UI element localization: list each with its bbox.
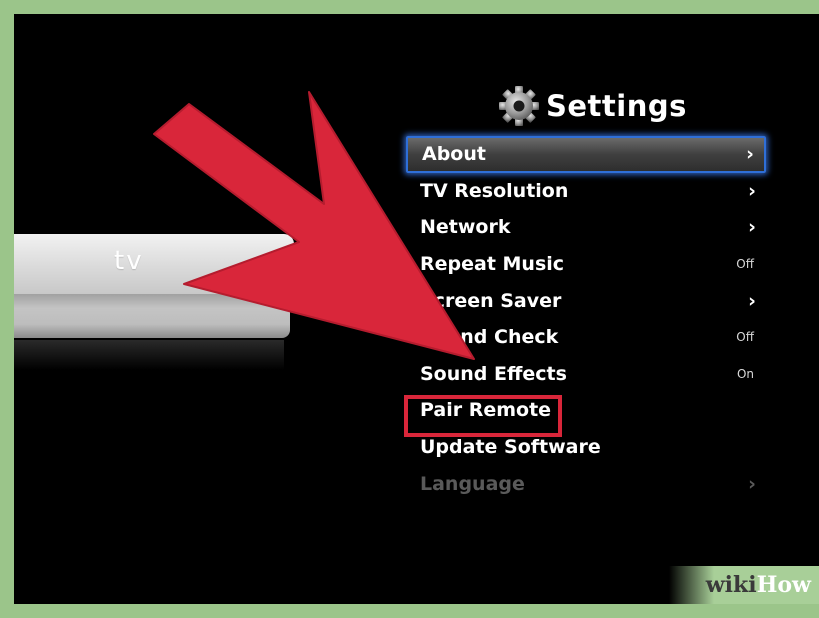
image-frame: tv Settings About › TV Resolution › Netw…: [0, 0, 819, 618]
chevron-right-icon: ›: [748, 179, 756, 202]
menu-item-sound-effects[interactable]: Sound Effects On: [406, 356, 766, 393]
menu-item-value: Off: [736, 330, 754, 345]
menu-item-screen-saver[interactable]: Screen Saver ›: [406, 282, 766, 319]
watermark-how: How: [756, 572, 811, 598]
menu-item-label: Sound Effects: [420, 362, 567, 385]
menu-item-label: Sound Check: [420, 326, 559, 349]
menu-item-network[interactable]: Network ›: [406, 209, 766, 246]
device-reflection: [14, 340, 284, 370]
menu-item-label: TV Resolution: [420, 179, 569, 202]
menu-item-label: Screen Saver: [420, 289, 562, 312]
chevron-right-icon: ›: [748, 289, 756, 312]
menu-item-label: Language: [420, 472, 525, 495]
menu-item-tv-resolution[interactable]: TV Resolution ›: [406, 173, 766, 210]
menu-item-label: Update Software: [420, 436, 601, 459]
menu-item-label: Repeat Music: [420, 253, 565, 276]
settings-header: Settings: [498, 84, 687, 128]
tv-screen: tv Settings About › TV Resolution › Netw…: [14, 14, 819, 604]
chevron-right-icon: ›: [748, 216, 756, 239]
watermark-wiki: wiki: [705, 572, 757, 598]
device-side: [14, 292, 290, 338]
chevron-right-icon: ›: [746, 143, 754, 166]
apple-tv-device: tv: [14, 234, 304, 370]
page-title: Settings: [546, 89, 687, 123]
menu-item-repeat-music[interactable]: Repeat Music Off: [406, 246, 766, 283]
menu-item-about[interactable]: About ›: [406, 136, 766, 173]
gear-icon: [499, 86, 539, 126]
apple-tv-logo: tv: [114, 246, 144, 276]
wikihow-watermark: wiki How: [669, 566, 819, 604]
menu-item-label: Network: [420, 216, 511, 239]
menu-item-language[interactable]: Language ›: [406, 465, 766, 502]
menu-item-value: Off: [736, 257, 754, 272]
pair-remote-highlight-box: [404, 395, 562, 437]
settings-menu: About › TV Resolution › Network › Repeat…: [406, 136, 766, 502]
menu-item-sound-check[interactable]: Sound Check Off: [406, 319, 766, 356]
menu-item-label: About: [422, 143, 486, 166]
chevron-right-icon: ›: [748, 472, 756, 495]
menu-item-value: On: [736, 366, 754, 381]
device-top: tv: [14, 234, 294, 294]
